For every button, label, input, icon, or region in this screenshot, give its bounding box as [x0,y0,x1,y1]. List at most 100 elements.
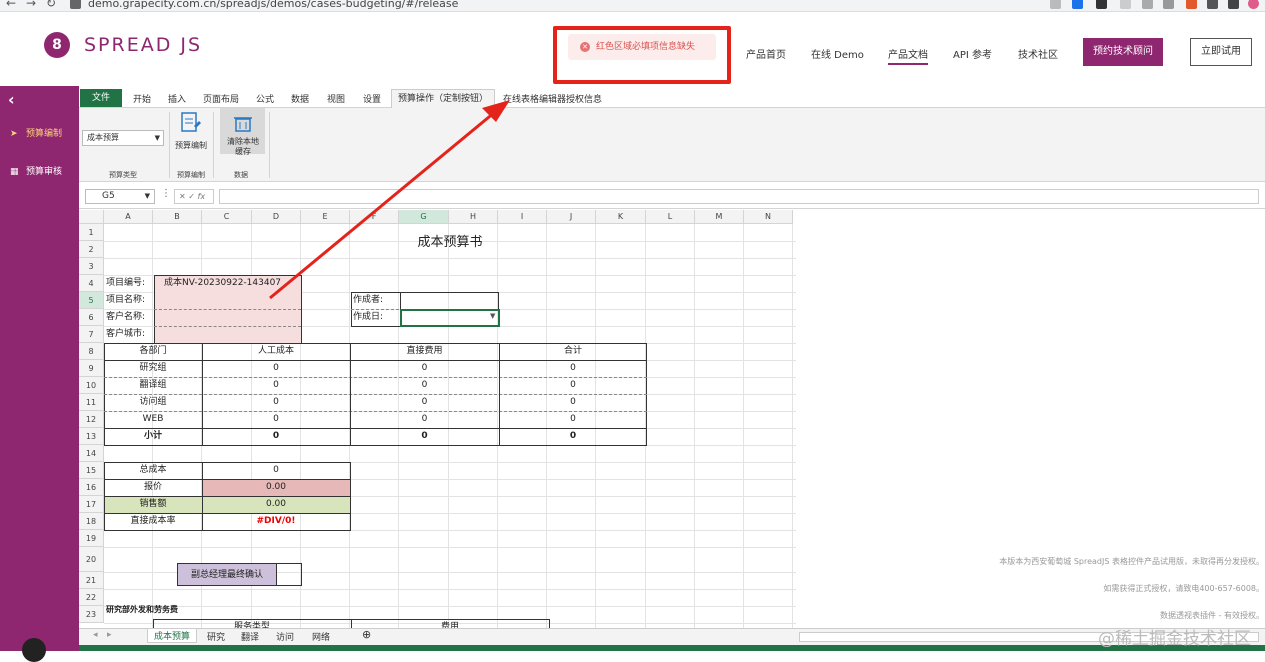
column-header[interactable]: G [399,210,449,224]
column-header[interactable]: E [301,210,350,224]
clear-cache-button[interactable]: 清除本地 缓存 [220,108,265,156]
nav-docs[interactable]: 产品文档 [888,46,928,65]
fx-button[interactable]: ✕ ✓ fx [174,189,214,204]
row-header[interactable]: 17 [79,496,104,513]
row-header[interactable]: 6 [79,309,104,326]
row-header[interactable]: 4 [79,275,104,292]
nav-api[interactable]: API 参考 [953,46,992,61]
more-icon[interactable]: ⋮ [161,188,171,199]
project-no-label[interactable]: 项目编号: [106,275,145,291]
extension-icon[interactable] [1186,0,1197,9]
profile-avatar-icon[interactable] [1248,0,1259,9]
column-header[interactable]: C [202,210,252,224]
row-header[interactable]: 18 [79,513,104,530]
spreadsheet-grid[interactable]: ABCDEFGHIJKLMN 1 2 3 4 5 6 7 8 9 10 11 12 13 14 15 16 17… [79,210,1265,628]
nav-demo[interactable]: 在线 Demo [811,46,864,61]
sidepanel-icon[interactable] [1228,0,1239,9]
tab-budget-ops[interactable]: 预算操作（定制按钮） [391,89,496,108]
address-bar[interactable]: demo.grapecity.com.cn/spreadjs/demos/cas… [88,0,458,10]
row-header[interactable]: 14 [79,445,104,462]
tab-file[interactable]: 文件 [80,89,122,107]
column-header[interactable]: B [153,210,202,224]
row-header[interactable]: 8 [79,343,104,360]
row-header[interactable]: 7 [79,326,104,343]
consult-button[interactable]: 预约技术顾问 [1083,38,1163,66]
sheet-tab-research[interactable]: 研究 [207,630,225,643]
cell-area[interactable]: 成本预算书 项目编号: 成本NV-20230922-143407 项目名称: 客… [104,224,796,628]
forward-icon[interactable]: → [26,0,36,10]
tab-license-info[interactable]: 在线表格编辑器授权信息 [503,92,602,105]
budget-type-select[interactable]: 成本预算 ▼ [82,130,164,146]
back-icon[interactable]: ← [6,0,16,10]
formula-input[interactable] [219,189,1259,204]
row-header[interactable]: 16 [79,479,104,496]
sheet-tab-interview[interactable]: 访问 [276,630,294,643]
sheet-tab-cost-budget[interactable]: 成本预算 [147,629,198,643]
reload-icon[interactable]: ↻ [46,0,56,10]
row-header[interactable]: 10 [79,377,104,394]
selected-cell-G5[interactable] [400,309,500,327]
date-label[interactable]: 作成日: [353,309,383,325]
add-sheet-icon[interactable]: ⊕ [362,628,371,641]
column-header[interactable]: L [646,210,695,224]
row-header[interactable]: 15 [79,462,104,479]
github-icon[interactable] [22,638,46,662]
spreadjs-logo-icon[interactable]: 8 [44,32,70,58]
column-header[interactable]: F [350,210,399,224]
column-header[interactable]: A [104,210,153,224]
row-header[interactable]: 11 [79,394,104,411]
star-icon[interactable] [1072,0,1083,9]
chevron-down-icon[interactable]: ▼ [490,312,495,320]
budget-edit-icon[interactable] [179,112,203,134]
row-header[interactable]: 23 [79,606,104,623]
extension-icon[interactable] [1163,0,1174,9]
logo-text[interactable]: SPREAD JS [84,34,202,56]
tab-insert[interactable]: 插入 [168,92,186,105]
row-header[interactable]: 1 [79,224,104,241]
row-header[interactable]: 20 [79,547,104,572]
customer-name-label[interactable]: 客户名称: [106,309,145,325]
sidebar-item-budget-review[interactable]: ▦ 预算审核 [10,164,62,177]
author-label[interactable]: 作成者: [353,292,383,308]
sheet-tab-translation[interactable]: 翻译 [241,630,259,643]
section-title[interactable]: 研究部外发和劳务费 [106,602,178,618]
trial-button[interactable]: 立即试用 [1190,38,1252,66]
budget-edit-button[interactable]: 预算编制 [175,140,207,151]
tab-view[interactable]: 视图 [327,92,345,105]
tab-page-layout[interactable]: 页面布局 [203,92,239,105]
column-header[interactable]: H [449,210,498,224]
row-header[interactable]: 3 [79,258,104,275]
nav-home[interactable]: 产品首页 [746,46,786,61]
row-header[interactable]: 13 [79,428,104,445]
column-header[interactable]: K [596,210,646,224]
tab-home[interactable]: 开始 [133,92,151,105]
row-header[interactable]: 22 [79,589,104,606]
row-header[interactable]: 12 [79,411,104,428]
service-type-header[interactable]: 服务类型 [153,619,351,628]
sidebar-item-budget-edit[interactable]: ➤ 预算编制 [10,126,62,139]
project-no-value[interactable]: 成本NV-20230922-143407 [164,275,281,291]
share-icon[interactable] [1050,0,1061,9]
tab-scroll-right-icon[interactable]: ▸ [107,630,112,640]
extension-icon[interactable] [1120,0,1131,9]
row-header[interactable]: 21 [79,572,104,589]
nav-community[interactable]: 技术社区 [1018,46,1058,61]
fee-header[interactable]: 费用 [351,619,549,628]
tab-data[interactable]: 数据 [291,92,309,105]
extension-icon[interactable] [1142,0,1153,9]
chevron-left-icon[interactable]: ‹ [8,90,15,109]
row-header[interactable]: 2 [79,241,104,258]
row-header[interactable]: 19 [79,530,104,547]
sheet-tab-network[interactable]: 网络 [312,630,330,643]
tab-scroll-left-icon[interactable]: ◂ [93,630,98,640]
column-header[interactable]: N [744,210,793,224]
column-header[interactable]: J [547,210,596,224]
tab-formulas[interactable]: 公式 [256,92,274,105]
tab-settings[interactable]: 设置 [363,92,381,105]
row-header[interactable]: 5 [79,292,104,309]
project-name-label[interactable]: 项目名称: [106,292,145,308]
customer-city-label[interactable]: 客户城市: [106,326,145,342]
extension-icon[interactable] [1096,0,1107,9]
puzzle-icon[interactable] [1207,0,1218,9]
name-box[interactable]: G5 ▼ [85,189,155,204]
